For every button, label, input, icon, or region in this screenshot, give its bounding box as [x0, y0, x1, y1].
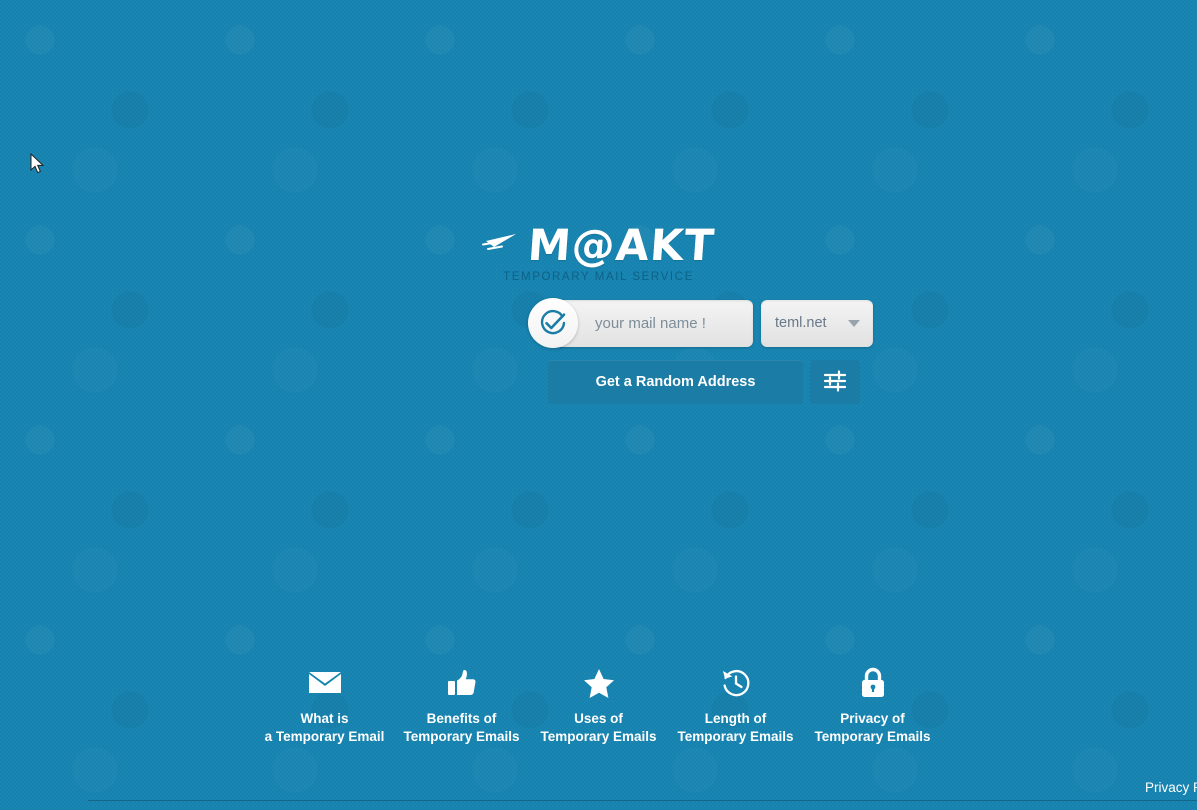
privacy-policy-link[interactable]: Privacy Policy [1145, 780, 1197, 795]
page-root: M@AKT TEMPORARY MAIL SERVICE teml.net Ge… [0, 0, 1197, 810]
nav-label-line2: a Temporary Email [264, 729, 385, 744]
logo-tagline: TEMPORARY MAIL SERVICE [503, 271, 694, 283]
lock-icon [804, 666, 941, 700]
logo-row: M@AKT [482, 221, 717, 271]
domain-select[interactable]: teml.net [761, 299, 873, 347]
nav-item-label: Uses of Temporary Emails [530, 711, 667, 745]
nav-label-line1: Benefits of [426, 711, 497, 726]
nav-label-line2: Temporary Emails [403, 729, 520, 744]
circle-check-icon[interactable] [528, 298, 578, 348]
nav-label-line2: Temporary Emails [540, 729, 657, 744]
clock-history-icon [667, 666, 804, 700]
nav-item-label: Benefits of Temporary Emails [393, 711, 530, 745]
logo-text: M@AKT [526, 221, 717, 271]
nav-label-line1: What is [300, 711, 349, 726]
nav-item-length-of-temporary-emails[interactable]: Length of Temporary Emails [667, 666, 804, 745]
nav-label-line1: Privacy of [840, 711, 905, 726]
thumbs-up-icon [393, 666, 530, 700]
footer-nav: What is a Temporary Email Benefits of Te… [0, 666, 1197, 745]
nav-label-line1: Uses of [574, 711, 623, 726]
nav-label-line1: Length of [704, 711, 767, 726]
bottom-divider [88, 800, 1197, 801]
nav-item-label: What is a Temporary Email [256, 711, 393, 745]
get-random-address-button[interactable]: Get a Random Address [548, 360, 803, 404]
sliders-icon [823, 369, 847, 396]
nav-label-line2: Temporary Emails [814, 729, 931, 744]
arrow-pointer-icon [30, 152, 46, 180]
email-compose-row: teml.net [528, 298, 873, 348]
star-icon [530, 666, 667, 700]
nav-item-label: Privacy of Temporary Emails [804, 711, 941, 745]
domain-select-value: teml.net [775, 315, 827, 331]
nav-label-line2: Temporary Emails [677, 729, 794, 744]
nav-item-privacy-of-temporary-emails[interactable]: Privacy of Temporary Emails [804, 666, 941, 745]
envelope-icon [256, 666, 393, 700]
action-row: Get a Random Address [548, 360, 860, 404]
settings-button[interactable] [810, 360, 860, 404]
nav-item-label: Length of Temporary Emails [667, 711, 804, 745]
nav-item-what-is-temporary-email[interactable]: What is a Temporary Email [256, 666, 393, 745]
nav-item-uses-of-temporary-emails[interactable]: Uses of Temporary Emails [530, 666, 667, 745]
paper-plane-swoosh-icon [482, 227, 526, 266]
nav-item-benefits-of-temporary-emails[interactable]: Benefits of Temporary Emails [393, 666, 530, 745]
mail-name-input[interactable] [555, 299, 753, 347]
chevron-down-icon [848, 320, 860, 327]
site-logo[interactable]: M@AKT TEMPORARY MAIL SERVICE [0, 221, 1197, 283]
